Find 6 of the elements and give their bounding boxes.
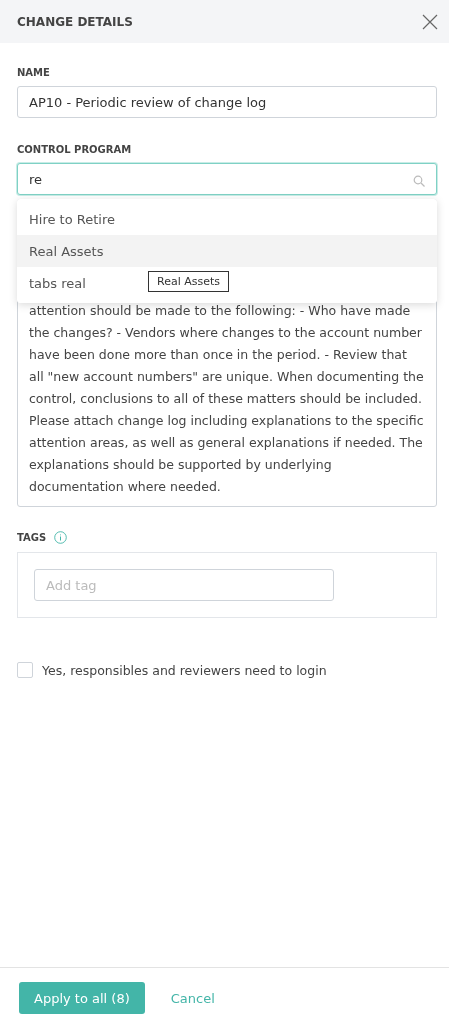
checkbox-label: Yes, responsibles and reviewers need to login — [42, 662, 327, 678]
field-label: CONTROL PROGRAM — [17, 144, 132, 155]
dialog-title: CHANGE DETAILS — [17, 14, 133, 29]
field-label: TAGS — [17, 532, 47, 543]
tooltip: Real Assets — [148, 271, 229, 292]
field-label: NAME — [17, 67, 50, 78]
